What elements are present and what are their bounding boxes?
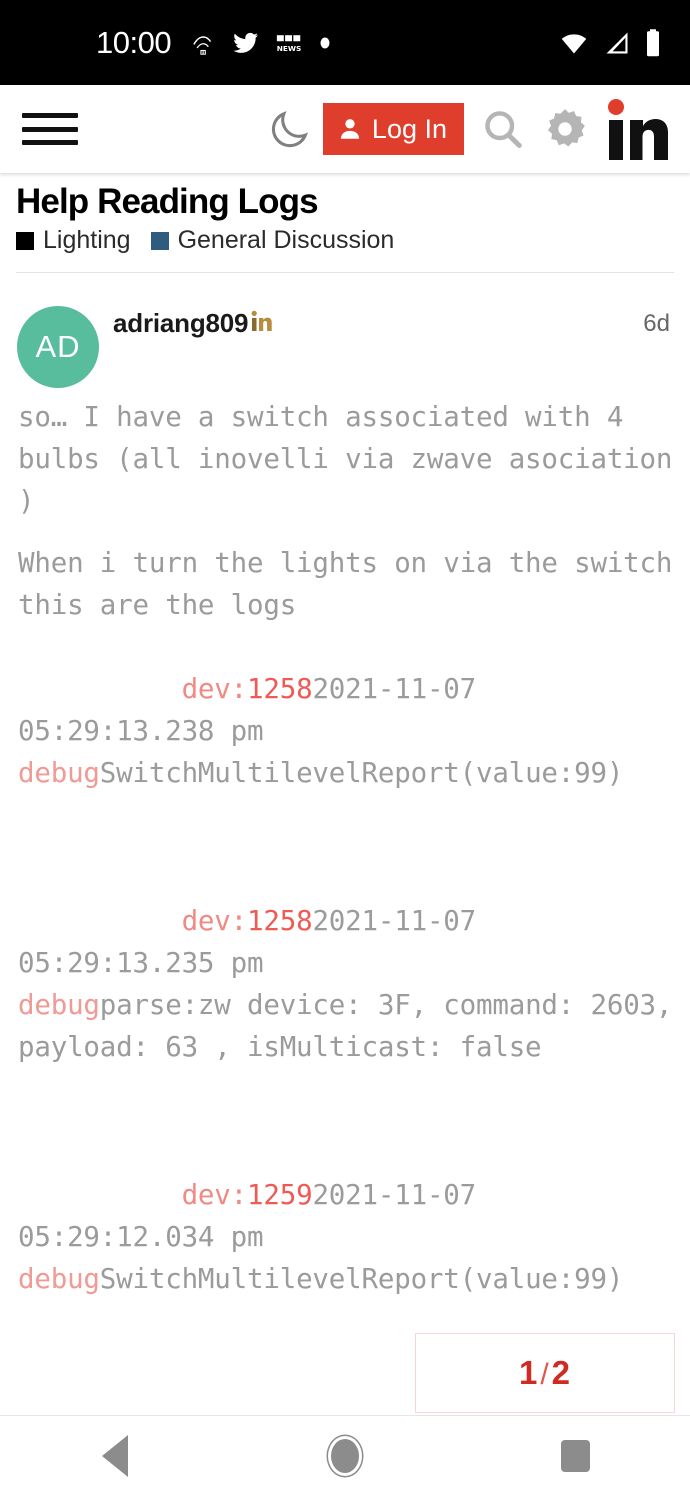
page-title: Help Reading Logs	[16, 182, 319, 221]
post-body: so… I have a switch associated with 4 bu…	[0, 396, 690, 1416]
log-message: SwitchMultilevelReport(value:99)	[99, 757, 624, 789]
category-label: General Discussion	[177, 226, 395, 255]
header-actions: Log In	[259, 96, 690, 162]
log-dev-id: 1258	[247, 905, 313, 937]
cell-signal-icon	[602, 29, 632, 57]
log-entry: dev:12582021-11-07 05:29:13.238 pm debugS…	[18, 626, 676, 836]
status-bar-right	[558, 0, 662, 85]
dot-icon	[318, 36, 332, 50]
log-message: parse:zw device: 3F, command: 2603, payl…	[18, 989, 689, 1063]
pagination-separator: /	[540, 1358, 550, 1391]
log-dev-prefix: dev:	[181, 1179, 248, 1211]
post-username[interactable]: adriang809	[113, 308, 248, 339]
log-dev-id: 1258	[247, 673, 313, 705]
topic-header: Help Reading Logs Lighting General Discu…	[0, 173, 690, 273]
category-general-discussion[interactable]: General Discussion	[150, 226, 395, 255]
status-bar-left: 10:00 NEWS	[96, 27, 332, 58]
svg-text:NEWS: NEWS	[277, 43, 302, 52]
bbc-news-icon: NEWS	[276, 31, 302, 55]
log-entry: dev:12592021-11-07 05:29:12.034 pm debugS…	[18, 1132, 676, 1342]
status-notification-icons: NEWS	[190, 30, 332, 56]
moon-icon[interactable]	[259, 99, 319, 159]
recents-square-icon[interactable]	[515, 1416, 635, 1495]
log-level: debug	[18, 757, 100, 789]
back-triangle-icon[interactable]	[55, 1416, 175, 1495]
inovelli-member-badge-icon	[250, 310, 274, 334]
log-level: debug	[18, 1263, 100, 1295]
topic-content-scroll[interactable]: Help Reading Logs Lighting General Discu…	[0, 173, 690, 1416]
status-clock: 10:00	[96, 25, 172, 60]
log-dev-prefix: dev:	[181, 673, 248, 705]
pagination-indicator[interactable]: 1/2	[415, 1333, 675, 1413]
log-message: SwitchMultilevelReport(value:99)	[99, 1263, 624, 1295]
login-button[interactable]: Log In	[322, 103, 464, 155]
user-icon	[337, 116, 363, 142]
category-label: Lighting	[43, 226, 131, 255]
log-dev-prefix: dev:	[181, 905, 248, 937]
search-icon[interactable]	[472, 98, 534, 160]
login-button-label: Log In	[371, 113, 447, 144]
category-color-swatch	[150, 231, 169, 250]
inovelli-logo[interactable]	[602, 96, 674, 162]
gear-icon[interactable]	[534, 98, 596, 160]
log-level: debug	[18, 989, 100, 1021]
twitter-icon	[232, 30, 260, 56]
category-lighting[interactable]: Lighting	[16, 228, 131, 253]
audible-icon	[190, 30, 216, 56]
phone-screen: 10:00 NEWS Log In Help Reading Logs Ligh…	[0, 0, 690, 1495]
pagination-text: 1/2	[519, 1354, 571, 1392]
header-divider	[16, 272, 674, 273]
post-paragraph: so… I have a switch associated with 4 bu…	[18, 401, 689, 517]
battery-icon	[644, 28, 662, 58]
recents-glyph	[560, 1439, 590, 1472]
avatar[interactable]: AD	[17, 306, 99, 388]
pagination-current: 1	[518, 1354, 539, 1391]
hamburger-bar	[22, 140, 78, 145]
wifi-icon	[558, 29, 590, 57]
hamburger-bar	[22, 126, 78, 132]
log-dev-id: 1259	[247, 1179, 313, 1211]
app-header: Log In	[0, 85, 690, 173]
post-paragraph: When i turn the lights on via the switch…	[18, 547, 689, 621]
home-glyph	[331, 1438, 359, 1473]
pagination-total: 2	[551, 1354, 572, 1391]
home-circle-icon[interactable]	[285, 1416, 405, 1495]
post: AD adriang809 6d so… I have a switch ass…	[0, 290, 690, 1416]
category-list: Lighting General Discussion	[16, 228, 690, 253]
category-color-swatch	[16, 231, 34, 250]
post-meta: AD adriang809 6d	[0, 290, 690, 388]
back-glyph	[102, 1434, 128, 1477]
log-entry: dev:12582021-11-07 05:29:13.235 pm debugp…	[18, 858, 676, 1110]
android-nav-bar	[0, 1416, 690, 1495]
hamburger-menu-icon[interactable]	[22, 109, 78, 149]
hamburger-bar	[22, 113, 78, 118]
post-timestamp: 6d	[643, 310, 670, 337]
android-status-bar: 10:00 NEWS	[0, 0, 690, 85]
